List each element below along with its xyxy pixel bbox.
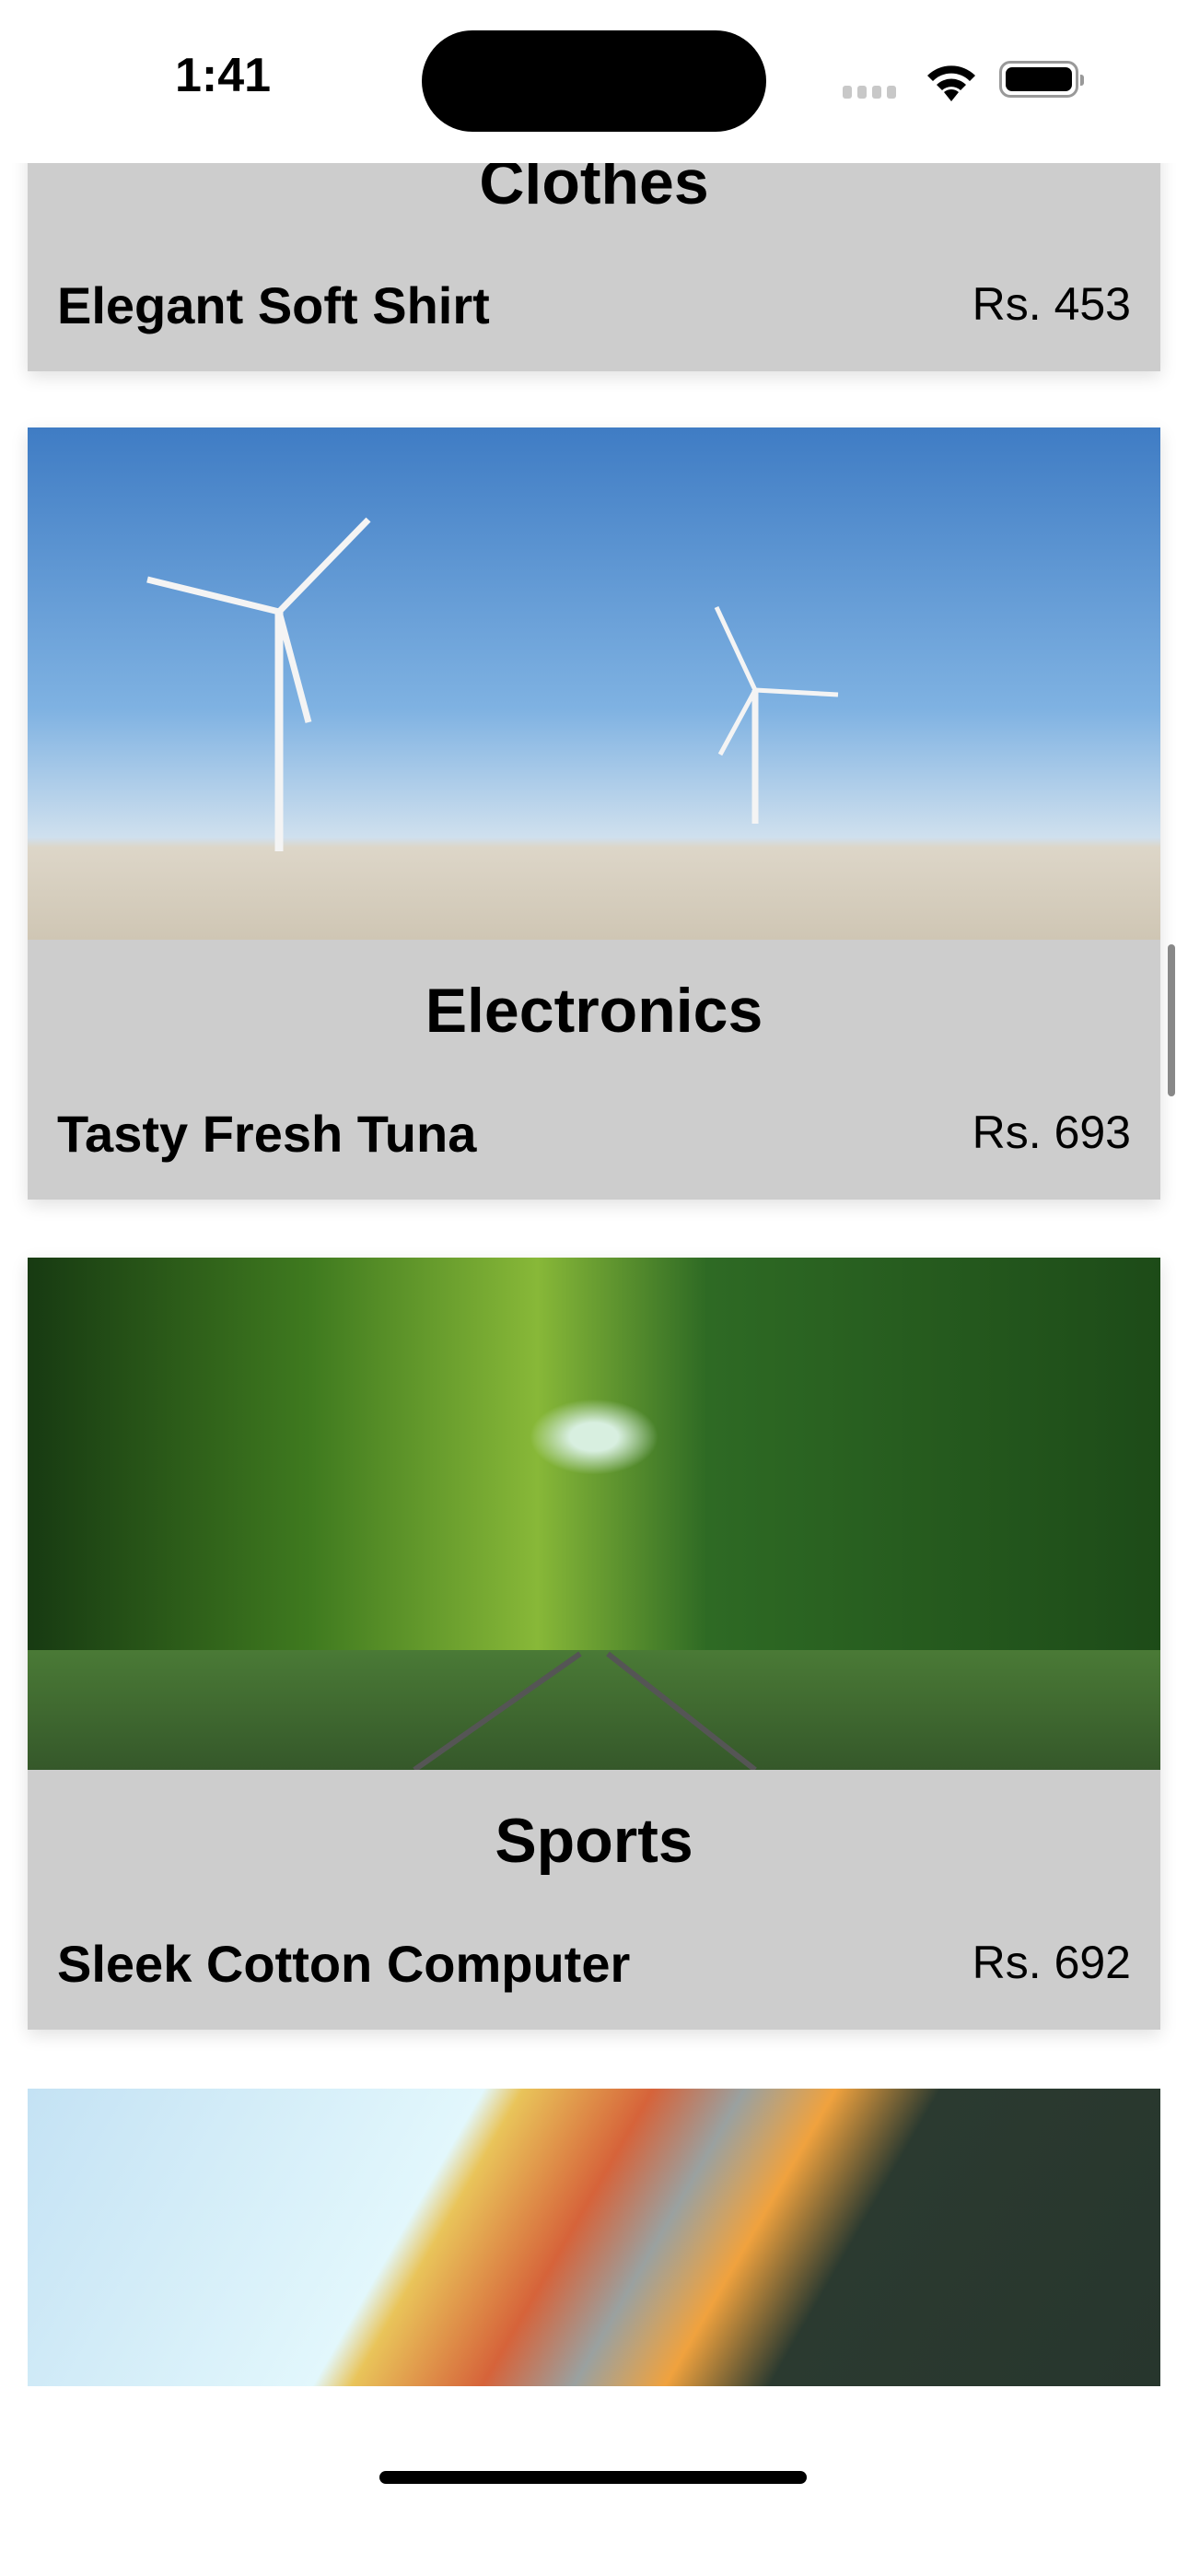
- product-name: Tasty Fresh Tuna: [57, 1105, 477, 1163]
- status-bar: 1:41: [0, 0, 1188, 163]
- product-image: [28, 427, 1160, 940]
- product-price: Rs. 453: [972, 278, 1131, 330]
- category-title: Sports: [495, 1806, 693, 1876]
- category-title: Electronics: [425, 976, 763, 1046]
- status-time: 1:41: [175, 49, 272, 102]
- product-name: Elegant Soft Shirt: [57, 276, 490, 334]
- product-price: Rs. 693: [972, 1107, 1131, 1158]
- product-name: Sleek Cotton Computer: [57, 1935, 631, 1993]
- product-card[interactable]: Electronics Tasty Fresh Tuna Rs. 693: [28, 427, 1160, 1200]
- product-card[interactable]: [28, 2089, 1160, 2386]
- home-indicator[interactable]: [379, 2471, 807, 2484]
- wifi-icon: [927, 65, 975, 101]
- product-image: [28, 1258, 1160, 1770]
- product-price: Rs. 692: [972, 1937, 1131, 1988]
- battery-icon: [999, 61, 1084, 98]
- product-list[interactable]: Clothes Elegant Soft Shirt Rs. 453 Elect…: [0, 111, 1188, 2386]
- product-image: [28, 2089, 1160, 2386]
- product-card[interactable]: Sports Sleek Cotton Computer Rs. 692: [28, 1258, 1160, 2030]
- scrollbar[interactable]: [1168, 944, 1175, 1096]
- dynamic-island: [422, 30, 766, 132]
- cellular-signal-icon: [843, 86, 896, 99]
